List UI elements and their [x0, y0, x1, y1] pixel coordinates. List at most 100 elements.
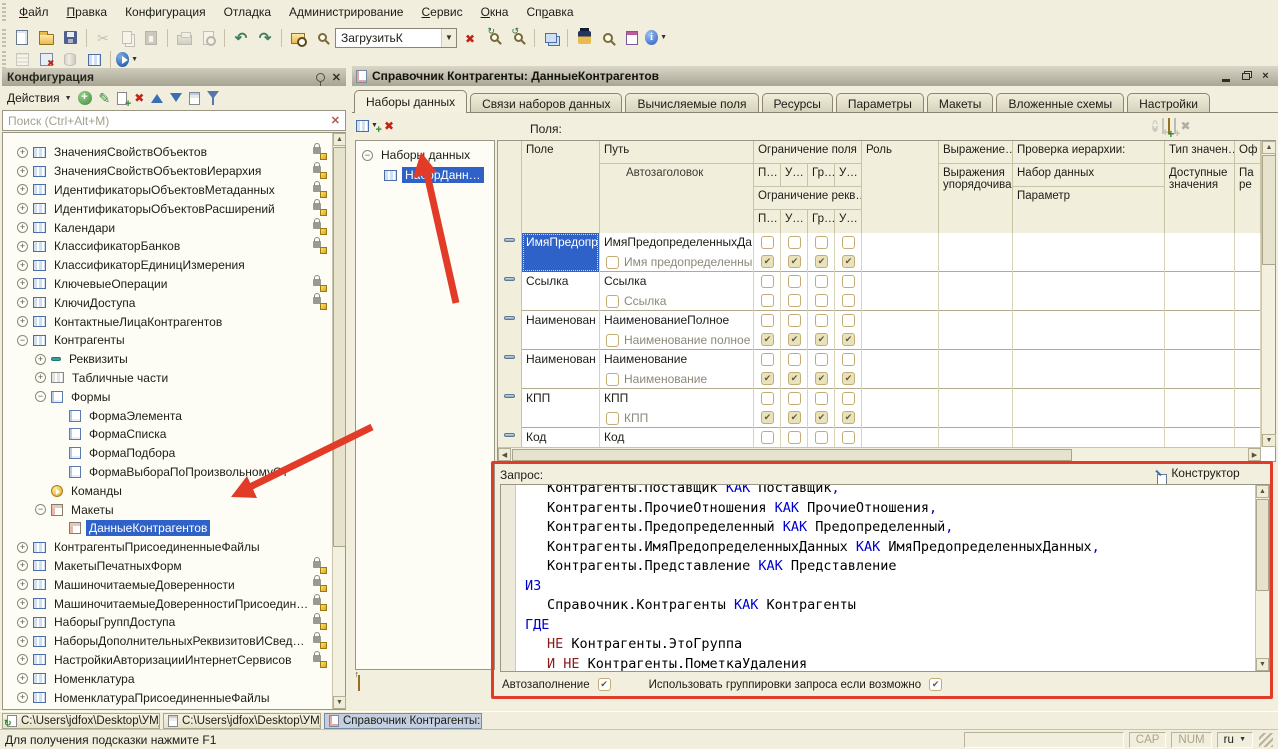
field-cell[interactable]: ИмяПредопр [522, 233, 600, 272]
row-handle[interactable] [498, 272, 522, 311]
tab-Наборы данных[interactable]: Наборы данных [354, 90, 467, 113]
field-restriction-checkbox[interactable] [842, 236, 855, 249]
empty-cell[interactable] [1235, 428, 1261, 447]
row-handle[interactable] [498, 350, 522, 389]
empty-cell[interactable] [1013, 233, 1165, 272]
field-restriction-checkbox[interactable] [788, 431, 801, 444]
config-tree-item[interactable]: +НаборыДополнительныхРеквизитовИСвед… [3, 632, 345, 651]
field-row[interactable]: КППКППКПП [498, 389, 1261, 428]
column-header-field-restriction[interactable]: Ограничение поля [754, 141, 862, 164]
tab-Параметры[interactable]: Параметры [836, 93, 924, 113]
configuration-tree-scrollbar[interactable]: ▲ ▼ [332, 133, 345, 709]
field-restriction-checkbox[interactable] [815, 431, 828, 444]
field-restriction-checkbox[interactable] [815, 353, 828, 366]
scroll-down-icon[interactable]: ▼ [1262, 434, 1276, 447]
empty-cell[interactable] [1013, 389, 1165, 428]
config-tree-item[interactable]: Команды [3, 481, 345, 500]
redo-button[interactable] [254, 27, 276, 49]
query-text[interactable]: Контрагенты.Поставщик КАК Поставщик,Конт… [517, 485, 1254, 671]
print-preview-button[interactable] [197, 27, 219, 49]
field-restriction-checkbox[interactable] [788, 314, 801, 327]
field-cell[interactable]: Наименован [522, 311, 600, 350]
empty-cell[interactable] [1165, 272, 1235, 311]
empty-cell[interactable] [1165, 428, 1235, 447]
move-down-button[interactable] [170, 93, 182, 103]
path-cell[interactable]: НаименованиеНаименование [600, 350, 754, 389]
field-restriction-checkbox[interactable] [842, 275, 855, 288]
expand-icon[interactable]: + [35, 354, 46, 365]
fields-table-hscrollbar[interactable]: ◀ ▶ [498, 447, 1261, 461]
empty-cell[interactable] [862, 272, 939, 311]
collapse-icon[interactable]: − [17, 335, 28, 346]
empty-cell[interactable] [1165, 389, 1235, 428]
field-restriction-checkbox[interactable] [842, 314, 855, 327]
expand-icon[interactable]: + [17, 147, 28, 158]
field-restriction-checkbox[interactable] [761, 392, 774, 405]
field-restriction-checkbox[interactable] [815, 392, 828, 405]
language-selector[interactable]: ru ▼ [1217, 732, 1253, 748]
add-field-button[interactable]: + [1152, 118, 1158, 133]
wizard-button[interactable] [573, 27, 595, 49]
field-row[interactable]: НаименованНаименованиеПолноеНаименование… [498, 311, 1261, 350]
chevron-down-icon[interactable]: ▼ [441, 29, 456, 47]
path-cell[interactable]: СсылкаСсылка [600, 272, 754, 311]
close-window-button[interactable]: × [1257, 69, 1274, 84]
attr-restriction-checkbox[interactable] [815, 372, 828, 385]
menu-Администрирование[interactable]: Администрирование [280, 2, 412, 22]
expand-icon[interactable]: + [17, 598, 28, 609]
new-document-button[interactable] [11, 27, 33, 49]
scroll-right-icon[interactable]: ▶ [1248, 448, 1261, 461]
pin-icon[interactable] [316, 73, 325, 82]
attr-restriction-checkbox[interactable] [761, 372, 774, 385]
edit-button[interactable] [99, 90, 111, 107]
empty-cell[interactable] [862, 389, 939, 428]
restore-button[interactable] [1237, 69, 1254, 84]
empty-cell[interactable] [1013, 311, 1165, 350]
empty-cell[interactable] [939, 311, 1013, 350]
attr-restriction-checkbox[interactable] [815, 294, 828, 307]
field-restriction-checkbox[interactable] [788, 392, 801, 405]
config-tree-item[interactable]: +Табличные части [3, 369, 345, 388]
empty-cell[interactable] [862, 428, 939, 447]
scroll-down-icon[interactable]: ▼ [1256, 658, 1269, 671]
field-cell[interactable]: Наименован [522, 350, 600, 389]
delete-field-button[interactable] [1180, 118, 1190, 133]
auto-title-checkbox[interactable] [606, 295, 619, 308]
expand-icon[interactable]: + [35, 372, 46, 383]
search-input[interactable]: Поиск (Ctrl+Alt+M) ✕ [2, 110, 346, 131]
config-tree-item[interactable]: ФормаСписка [3, 425, 345, 444]
config-tree-item[interactable]: +МакетыПечатныхФорм [3, 557, 345, 576]
save-button[interactable] [59, 27, 81, 49]
config-tree-item[interactable]: +КлючевыеОперации [3, 275, 345, 294]
empty-cell[interactable] [1013, 272, 1165, 311]
expand-icon[interactable]: + [17, 692, 28, 703]
expand-icon[interactable]: + [17, 542, 28, 553]
field-row[interactable]: ИмяПредопрИмяПредопределенныхДа…Имя пред… [498, 233, 1261, 272]
add-dataset-button[interactable]: + ▼ [356, 120, 378, 132]
query-editor-scrollbar[interactable]: ▲ ▼ [1255, 485, 1269, 671]
query-editor[interactable]: Контрагенты.Поставщик КАК Поставщик,Конт… [500, 484, 1270, 672]
empty-cell[interactable] [1165, 233, 1235, 272]
empty-cell[interactable] [1013, 428, 1165, 447]
attr-restriction-checkbox[interactable] [815, 255, 828, 268]
expand-icon[interactable]: + [17, 316, 28, 327]
field-cell[interactable]: Ссылка [522, 272, 600, 311]
expand-icon[interactable]: + [17, 166, 28, 177]
scroll-up-icon[interactable]: ▲ [1262, 141, 1276, 154]
expand-icon[interactable]: + [17, 654, 28, 665]
column-header-dataset[interactable]: Набор данных [1013, 164, 1165, 187]
collapse-icon[interactable]: − [35, 504, 46, 515]
attr-restriction-checkbox[interactable] [815, 333, 828, 346]
toolbar-grip[interactable] [2, 3, 6, 21]
attr-restriction-checkbox[interactable] [842, 255, 855, 268]
column-header-p[interactable]: П… [754, 164, 781, 187]
toolbar-grip[interactable] [2, 51, 6, 69]
attr-restriction-checkbox[interactable] [842, 294, 855, 307]
expand-icon[interactable]: + [17, 184, 28, 195]
auto-title-checkbox[interactable] [606, 256, 619, 269]
expand-icon[interactable]: + [17, 203, 28, 214]
field-row[interactable]: КодКодКод [498, 428, 1261, 447]
menu-Файл[interactable]: Файл [10, 2, 58, 22]
config-tree-item[interactable]: +ИдентификаторыОбъектовМетаданных [3, 181, 345, 200]
empty-cell[interactable] [939, 350, 1013, 389]
